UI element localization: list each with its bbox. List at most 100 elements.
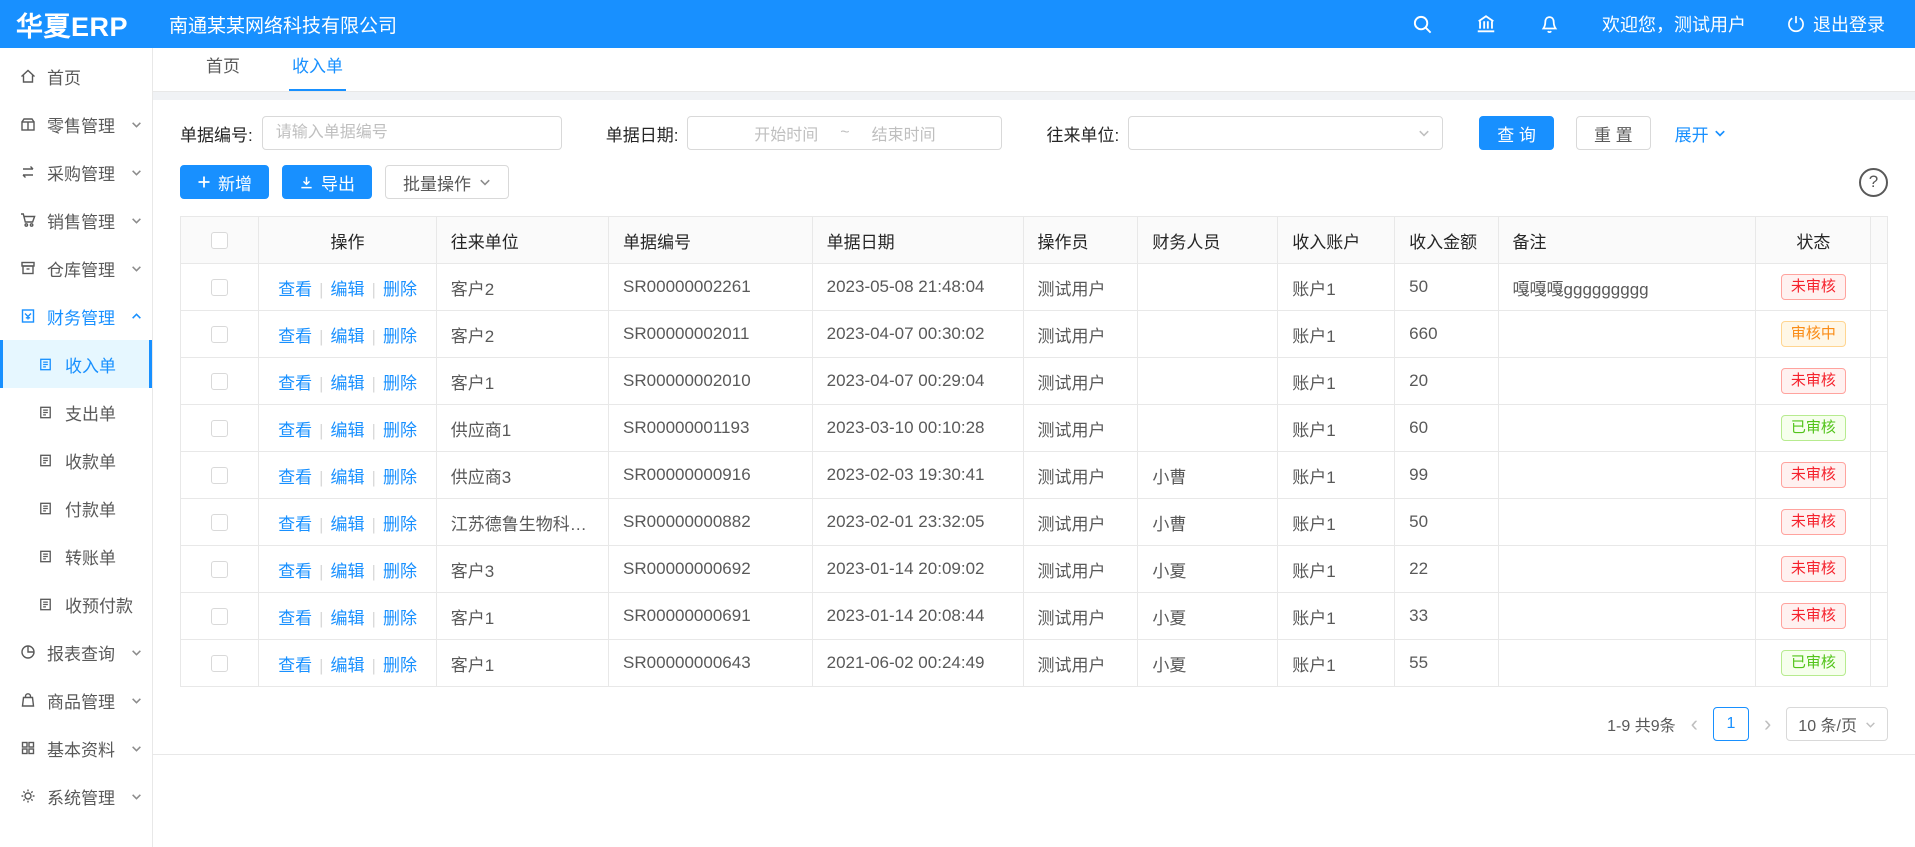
logout-button[interactable]: 退出登录 [1786,11,1885,37]
select-all-checkbox[interactable] [211,232,228,249]
search-button[interactable]: 查 询 [1479,116,1554,150]
cell-unit: 供应商3 [436,452,608,499]
search-icon[interactable] [1412,14,1433,35]
unit-select[interactable] [1128,116,1443,150]
sidebar-item-transfer-bill[interactable]: 转账单 [0,532,152,580]
expand-toggle[interactable]: 展开 [1675,121,1726,146]
bill-no-input[interactable] [262,116,562,150]
edit-link[interactable]: 编辑 [331,421,365,440]
delete-link[interactable]: 删除 [383,515,417,534]
tab-bar: 首页 收入单 [153,48,1915,92]
delete-link[interactable]: 删除 [383,656,417,675]
cell-bill-date: 2023-05-08 21:48:04 [812,264,1023,311]
cell-account: 账户1 [1278,499,1395,546]
page-number[interactable]: 1 [1713,707,1749,741]
prev-page-button[interactable]: ‹ [1688,713,1701,735]
sidebar-item-finance[interactable]: 财务管理 [0,292,152,340]
sidebar-item-reports[interactable]: 报表查询 [0,628,152,676]
row-checkbox[interactable] [211,420,228,437]
delete-link[interactable]: 删除 [383,609,417,628]
cell-unit: 江苏德鲁生物科技有限... [436,499,608,546]
bell-icon[interactable] [1539,14,1560,35]
organization-icon[interactable] [1475,13,1497,35]
chevron-down-icon [131,119,142,130]
sidebar-item-sales[interactable]: 销售管理 [0,196,152,244]
cell-operator: 测试用户 [1023,640,1138,687]
bag-icon [19,691,37,709]
reset-button[interactable]: 重 置 [1576,116,1651,150]
row-checkbox[interactable] [211,655,228,672]
edit-link[interactable]: 编辑 [331,515,365,534]
chevron-down-icon [1714,127,1726,139]
view-link[interactable]: 查看 [278,562,312,581]
add-button[interactable]: 新增 [180,165,269,199]
row-checkbox[interactable] [211,608,228,625]
cell-amount: 50 [1395,499,1498,546]
cell-account: 账户1 [1278,640,1395,687]
tab-income-bill[interactable]: 收入单 [289,52,346,91]
row-checkbox[interactable] [211,326,228,343]
view-link[interactable]: 查看 [278,327,312,346]
delete-link[interactable]: 删除 [383,374,417,393]
chevron-down-icon [131,743,142,754]
edit-link[interactable]: 编辑 [331,562,365,581]
sidebar-item-home[interactable]: 首页 [0,52,152,100]
view-link[interactable]: 查看 [278,656,312,675]
next-page-button[interactable]: › [1761,713,1774,735]
sidebar-item-income-bill[interactable]: 收入单 [0,340,152,388]
table-row: 查看|编辑|删除 江苏德鲁生物科技有限... SR00000000882 202… [181,499,1888,546]
edit-link[interactable]: 编辑 [331,280,365,299]
cell-amount: 22 [1395,546,1498,593]
sidebar-item-advance-receipt[interactable]: 收预付款 [0,580,152,628]
delete-link[interactable]: 删除 [383,327,417,346]
sidebar-item-retail[interactable]: 零售管理 [0,100,152,148]
sidebar-item-goods[interactable]: 商品管理 [0,676,152,724]
view-link[interactable]: 查看 [278,280,312,299]
plus-icon [197,175,211,189]
page-size-select[interactable]: 10 条/页 [1786,707,1888,741]
status-badge: 未审核 [1781,556,1846,583]
edit-link[interactable]: 编辑 [331,609,365,628]
edit-link[interactable]: 编辑 [331,656,365,675]
row-checkbox[interactable] [211,467,228,484]
sidebar-item-warehouse[interactable]: 仓库管理 [0,244,152,292]
delete-link[interactable]: 删除 [383,280,417,299]
row-checkbox[interactable] [211,561,228,578]
export-button[interactable]: 导出 [282,165,372,199]
view-link[interactable]: 查看 [278,609,312,628]
sidebar-item-payment-bill[interactable]: 付款单 [0,484,152,532]
header-finance: 财务人员 [1138,217,1278,264]
document-icon [37,356,55,373]
delete-link[interactable]: 删除 [383,562,417,581]
date-range-picker[interactable]: 开始时间 ~ 结束时间 [687,116,1002,150]
row-checkbox[interactable] [211,373,228,390]
row-checkbox[interactable] [211,279,228,296]
cell-remark [1498,640,1756,687]
delete-link[interactable]: 删除 [383,421,417,440]
cell-amount: 50 [1395,264,1498,311]
sidebar-item-receipt-bill[interactable]: 收款单 [0,436,152,484]
cell-bill-no: SR00000001193 [609,405,813,452]
sidebar-item-system[interactable]: 系统管理 [0,772,152,820]
delete-link[interactable]: 删除 [383,468,417,487]
edit-link[interactable]: 编辑 [331,327,365,346]
pagination: 1-9 共9条 ‹ 1 › 10 条/页 [180,707,1888,741]
cell-finance [1138,405,1278,452]
edit-link[interactable]: 编辑 [331,374,365,393]
date-separator: ~ [840,124,849,142]
sidebar-item-basic-data[interactable]: 基本资料 [0,724,152,772]
home-icon [19,67,37,85]
view-link[interactable]: 查看 [278,468,312,487]
cell-remark [1498,499,1756,546]
sidebar-item-expense-bill[interactable]: 支出单 [0,388,152,436]
bill-date-label: 单据日期: [606,121,679,146]
view-link[interactable]: 查看 [278,421,312,440]
batch-actions-button[interactable]: 批量操作 [385,165,509,199]
view-link[interactable]: 查看 [278,515,312,534]
help-button[interactable]: ? [1859,168,1888,197]
sidebar-item-purchase[interactable]: 采购管理 [0,148,152,196]
row-checkbox[interactable] [211,514,228,531]
tab-home[interactable]: 首页 [203,52,243,91]
edit-link[interactable]: 编辑 [331,468,365,487]
view-link[interactable]: 查看 [278,374,312,393]
